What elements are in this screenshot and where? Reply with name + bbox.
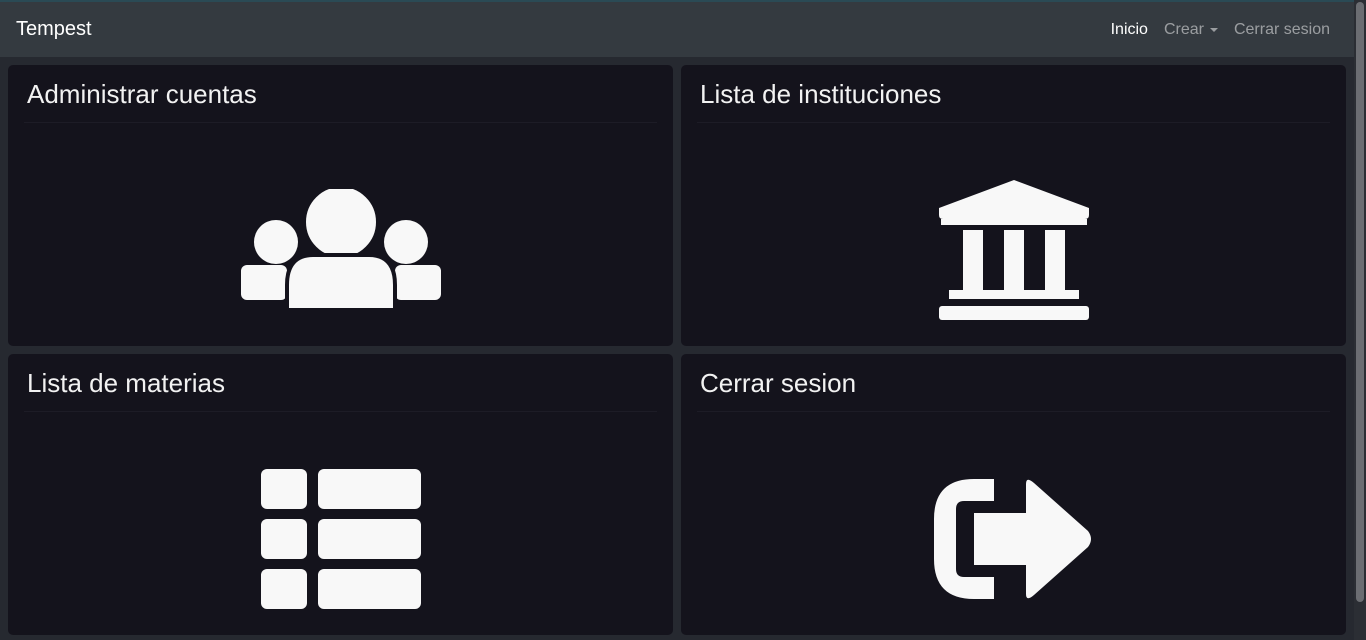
card-lista-materias[interactable]: Lista de materias: [8, 354, 673, 635]
card-title: Cerrar sesion: [700, 368, 857, 398]
top-navbar: Tempest Inicio Crear Cerrar sesion: [0, 0, 1354, 57]
caret-down-icon: [1209, 27, 1218, 32]
university-icon: [939, 180, 1089, 320]
scrollbar-thumb[interactable]: [1356, 2, 1364, 602]
list-icon: [261, 469, 421, 609]
card-title: Lista de materias: [27, 368, 225, 398]
nav-crear-label: Crear: [1163, 20, 1204, 38]
users-icon: [241, 189, 441, 311]
nav-links: Inicio Crear Cerrar sesion: [1103, 2, 1338, 57]
card-title: Administrar cuentas: [27, 79, 257, 109]
brand-link[interactable]: Tempest: [16, 18, 92, 41]
page-scrollbar[interactable]: [1354, 0, 1366, 640]
nav-cerrar-sesion-link[interactable]: Cerrar sesion: [1226, 21, 1338, 39]
nav-crear-dropdown[interactable]: Crear: [1156, 21, 1226, 39]
card-administrar-cuentas[interactable]: Administrar cuentas: [8, 65, 673, 346]
card-lista-instituciones[interactable]: Lista de instituciones: [681, 65, 1346, 346]
card-title: Lista de instituciones: [700, 79, 942, 109]
nav-inicio-link[interactable]: Inicio: [1103, 21, 1156, 39]
card-cerrar-sesion[interactable]: Cerrar sesion: [681, 354, 1346, 635]
sign-out-icon: [934, 479, 1091, 599]
